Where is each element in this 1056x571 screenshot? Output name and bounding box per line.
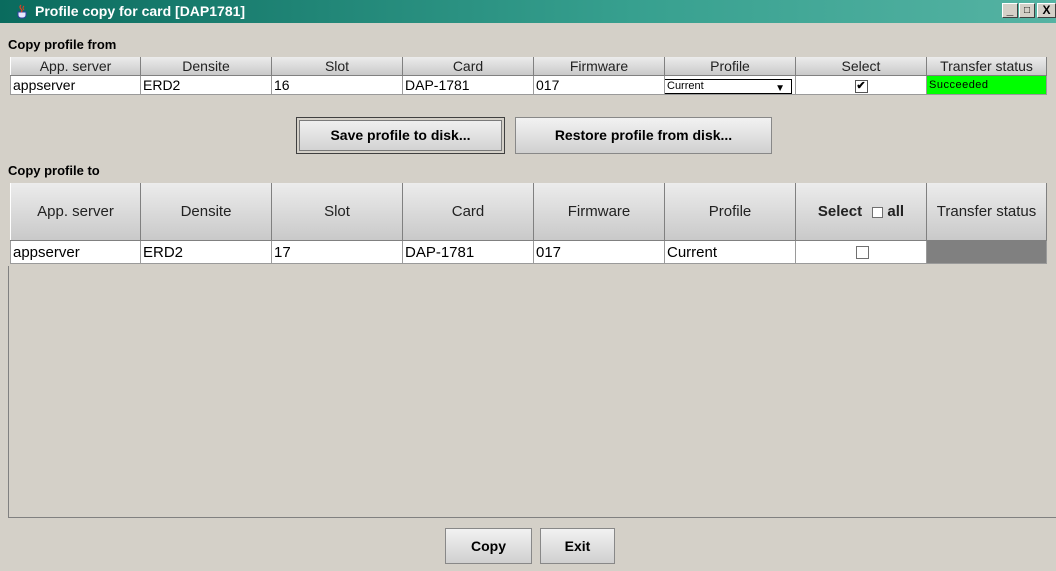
copy-to-label: Copy profile to bbox=[8, 163, 100, 178]
slot-cell[interactable]: 17 bbox=[271, 240, 403, 264]
column-header[interactable]: Firmware bbox=[533, 183, 665, 241]
window-title: Profile copy for card [DAP1781] bbox=[35, 3, 246, 19]
card-cell[interactable]: DAP-1781 bbox=[402, 240, 534, 264]
exit-button[interactable]: Exit bbox=[540, 528, 615, 564]
title-bar[interactable]: Profile copy for card [DAP1781] _ □ X bbox=[0, 0, 1056, 23]
select-all-checkbox[interactable] bbox=[872, 206, 884, 218]
table-header-row: App. server Densite Slot Card Firmware P… bbox=[10, 57, 1047, 76]
copy-from-table: App. server Densite Slot Card Firmware P… bbox=[10, 57, 1047, 95]
select-all-label[interactable]: all bbox=[887, 203, 904, 220]
column-header[interactable]: App. server bbox=[10, 183, 141, 241]
app-server-cell[interactable]: appserver bbox=[10, 75, 141, 95]
restore-profile-button[interactable]: Restore profile from disk... bbox=[515, 117, 772, 154]
column-header[interactable]: Densite bbox=[140, 183, 272, 241]
column-header[interactable]: Card bbox=[402, 57, 534, 76]
column-header[interactable]: Transfer status bbox=[926, 183, 1047, 241]
transfer-status-cell bbox=[926, 240, 1047, 264]
card-cell[interactable]: DAP-1781 bbox=[402, 75, 534, 95]
table-row[interactable]: appserver ERD2 17 DAP-1781 017 Current bbox=[10, 240, 1047, 264]
table-row[interactable]: appserver ERD2 16 DAP-1781 017 Current ▼… bbox=[10, 75, 1047, 95]
profile-cell[interactable]: Current bbox=[664, 240, 796, 264]
copy-to-table: App. server Densite Slot Card Firmware P… bbox=[10, 183, 1047, 264]
select-all-header: Select all bbox=[795, 183, 927, 241]
transfer-status-cell: Succeeded bbox=[926, 75, 1047, 95]
copy-button[interactable]: Copy bbox=[445, 528, 532, 564]
firmware-cell[interactable]: 017 bbox=[533, 75, 665, 95]
close-icon[interactable]: X bbox=[1037, 3, 1056, 18]
column-header[interactable]: Profile bbox=[664, 183, 796, 241]
select-cell: ✔ bbox=[795, 75, 927, 95]
copy-from-label: Copy profile from bbox=[8, 37, 117, 52]
save-profile-button[interactable]: Save profile to disk... bbox=[296, 117, 505, 154]
densite-cell[interactable]: ERD2 bbox=[140, 75, 272, 95]
profile-cell: Current ▼ bbox=[664, 75, 796, 95]
select-cell bbox=[795, 240, 927, 264]
select-header-label: Select bbox=[817, 203, 863, 220]
table-empty-area bbox=[8, 266, 1056, 518]
column-header[interactable]: Profile bbox=[664, 57, 796, 76]
column-header[interactable]: Slot bbox=[271, 183, 403, 241]
dropdown-arrow-icon: ▼ bbox=[775, 83, 785, 94]
column-header[interactable]: Slot bbox=[271, 57, 403, 76]
slot-cell[interactable]: 16 bbox=[271, 75, 403, 95]
column-header[interactable]: Select bbox=[795, 57, 927, 76]
java-cup-icon bbox=[17, 4, 27, 19]
column-header[interactable]: Card bbox=[402, 183, 534, 241]
maximize-icon[interactable]: □ bbox=[1019, 3, 1035, 18]
column-header[interactable]: Densite bbox=[140, 57, 272, 76]
profile-select-value: Current bbox=[667, 80, 704, 92]
column-header[interactable]: App. server bbox=[10, 57, 141, 76]
profile-select[interactable]: Current ▼ bbox=[665, 79, 792, 94]
app-server-cell[interactable]: appserver bbox=[10, 240, 141, 264]
select-checkbox[interactable] bbox=[855, 246, 869, 260]
minimize-icon[interactable]: _ bbox=[1002, 3, 1018, 18]
select-checkbox[interactable]: ✔ bbox=[854, 79, 868, 93]
table-header-row: App. server Densite Slot Card Firmware P… bbox=[10, 183, 1047, 241]
densite-cell[interactable]: ERD2 bbox=[140, 240, 272, 264]
column-header[interactable]: Firmware bbox=[533, 57, 665, 76]
firmware-cell[interactable]: 017 bbox=[533, 240, 665, 264]
column-header[interactable]: Transfer status bbox=[926, 57, 1047, 76]
